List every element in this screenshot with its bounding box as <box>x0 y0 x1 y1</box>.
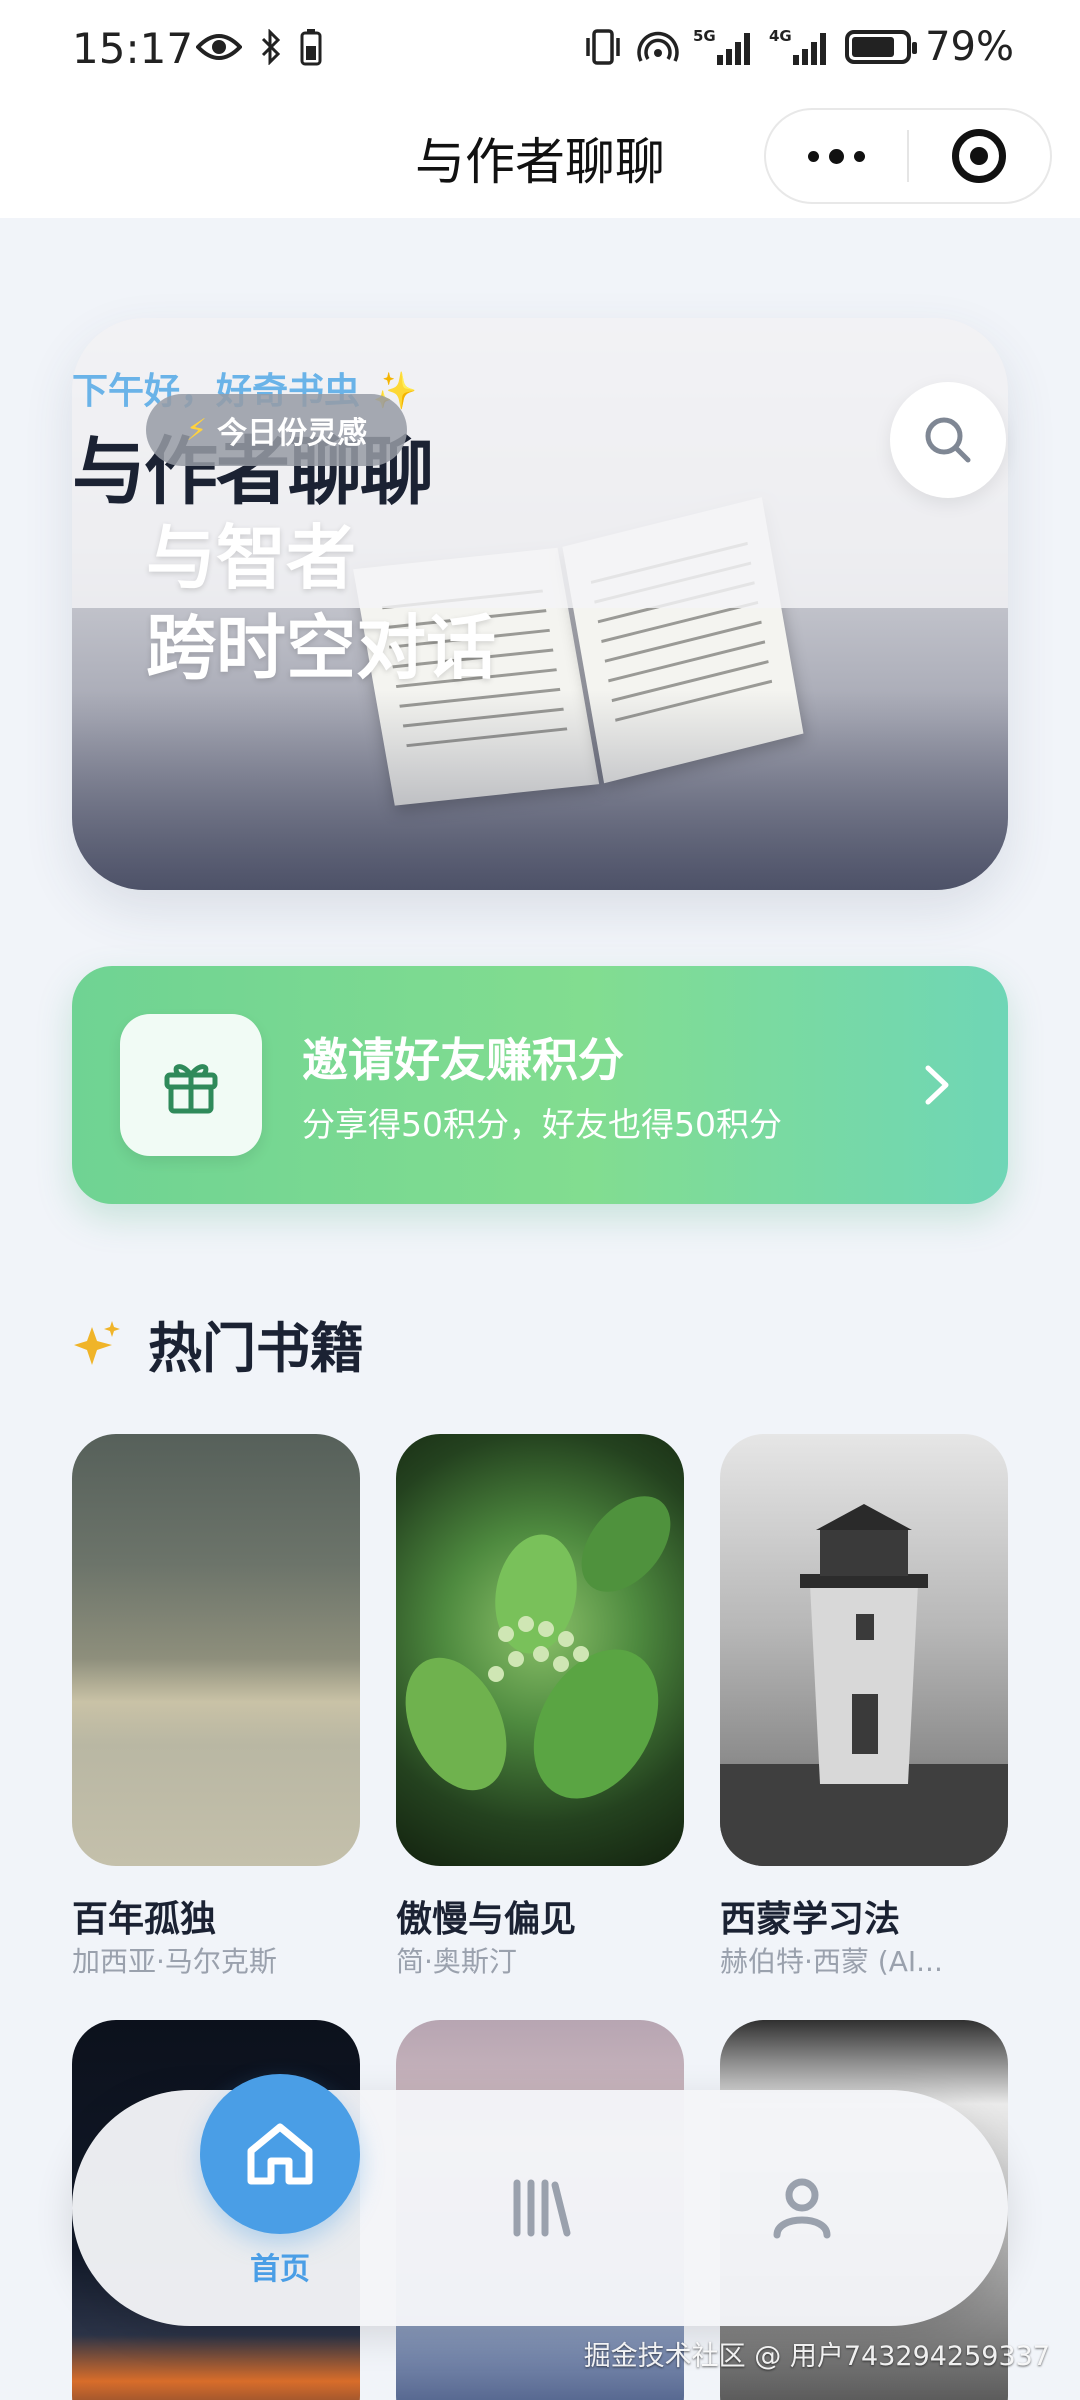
svg-text:5G: 5G <box>693 27 716 45</box>
signal-5g-icon: 5G <box>693 27 751 65</box>
user-icon <box>773 2178 831 2239</box>
battery-saver-icon <box>300 29 322 66</box>
hotspot-icon <box>637 31 679 62</box>
hero-headline-2: 跨时空对话 <box>146 607 496 689</box>
book-title[interactable]: 傲慢与偏见 <box>396 1890 576 1942</box>
eye-icon <box>196 34 242 60</box>
svg-text:4G: 4G <box>769 27 792 45</box>
more-dot-icon <box>829 148 844 164</box>
inspiration-pill[interactable]: ⚡ 今日份灵感 <box>146 394 408 466</box>
sparkle-icon <box>74 1320 120 1365</box>
gift-icon <box>164 1064 218 1114</box>
tab-library[interactable] <box>450 2090 630 2326</box>
lightning-icon: ⚡ <box>186 412 208 448</box>
status-time: 15:17 <box>72 24 194 73</box>
close-miniprogram-button[interactable] <box>909 110 1050 202</box>
book-author: 加西亚·马尔克斯 <box>72 1945 277 1978</box>
invite-title: 邀请好友赚积分 <box>302 1033 624 1087</box>
home-icon <box>247 2123 313 2185</box>
nav-header: 与作者聊聊 <box>0 100 1080 218</box>
battery-percent: 79% <box>925 24 1014 70</box>
tab-profile[interactable] <box>712 2090 892 2326</box>
book-title[interactable]: 百年孤独 <box>72 1890 216 1942</box>
hero-headline-1: 与智者 <box>146 517 356 599</box>
signal-4g-icon: 4G <box>769 27 827 65</box>
book-cover[interactable] <box>396 1434 684 1866</box>
target-icon <box>952 129 1007 183</box>
status-left-icons <box>196 28 322 66</box>
status-right: 5G 4G 79% <box>583 24 1014 70</box>
tab-home[interactable]: 首页 <box>190 2074 370 2326</box>
chevron-right-icon <box>925 1065 949 1105</box>
book-cover[interactable] <box>720 1434 1008 1866</box>
more-dot-icon <box>854 150 865 162</box>
library-icon <box>513 2179 571 2237</box>
lighthouse-image <box>720 1504 1008 1866</box>
hero-shade <box>72 690 1008 890</box>
book-author: 赫伯特·西蒙 (AI... <box>720 1945 943 1978</box>
home-tab-circle <box>200 2074 360 2234</box>
status-bar: 15:17 5G 4G 79% <box>0 0 1080 100</box>
search-icon <box>925 417 971 463</box>
invite-friends-card[interactable]: 邀请好友赚积分 分享得50积分，好友也得50积分 <box>72 966 1008 1204</box>
book-title[interactable]: 西蒙学习法 <box>720 1890 900 1942</box>
book-cover[interactable] <box>72 1434 360 1866</box>
vibrate-icon <box>586 29 620 65</box>
popular-books-header: 热门书籍 <box>72 1304 364 1383</box>
watermark: 掘金技术社区 @ 用户743294259337 <box>583 2341 1050 2372</box>
leaves-image <box>405 1496 671 1799</box>
book-author: 简·奥斯汀 <box>396 1945 517 1978</box>
battery-icon <box>845 30 918 64</box>
more-button[interactable] <box>766 110 907 202</box>
more-dot-icon <box>808 150 819 162</box>
section-title: 热门书籍 <box>148 1317 364 1380</box>
bluetooth-icon <box>261 29 281 65</box>
bottom-tab-bar: 首页 <box>72 2074 1008 2326</box>
invite-subtitle: 分享得50积分，好友也得50积分 <box>302 1105 782 1144</box>
gift-icon-box <box>120 1014 262 1156</box>
inspiration-pill-label: 今日份灵感 <box>217 416 368 451</box>
search-button[interactable] <box>890 382 1006 498</box>
miniprogram-capsule <box>764 108 1052 204</box>
tab-home-label: 首页 <box>250 2252 310 2287</box>
